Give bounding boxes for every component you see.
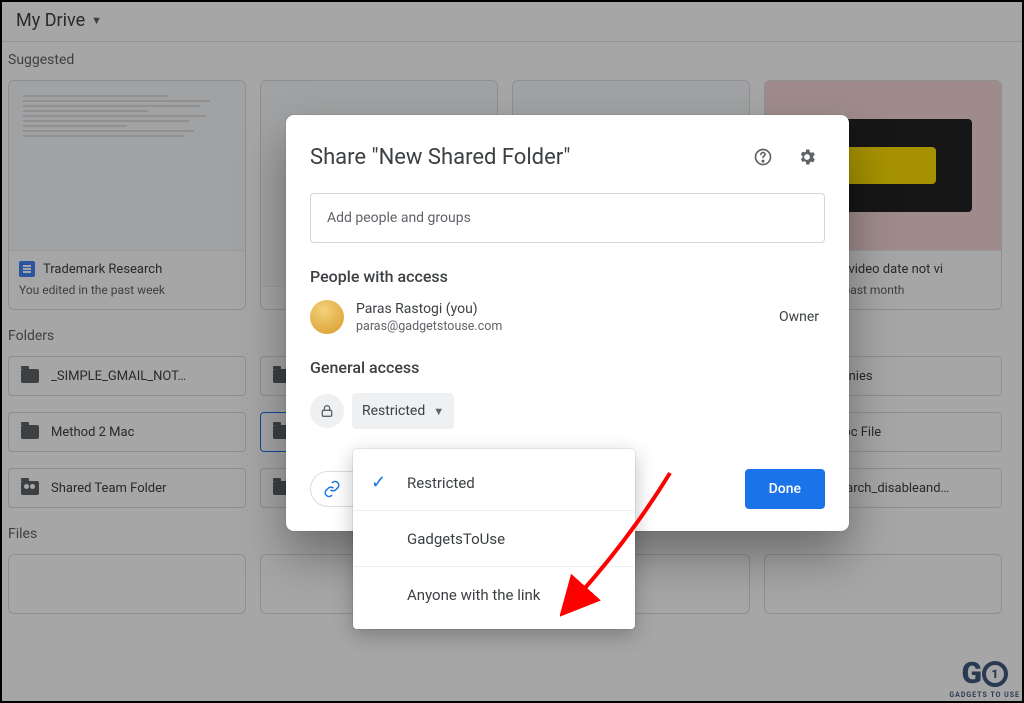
- option-label: GadgetsToUse: [407, 530, 505, 548]
- dropdown-option-org[interactable]: GadgetsToUse: [353, 511, 635, 567]
- file-card[interactable]: [8, 554, 246, 614]
- breadcrumb[interactable]: My Drive ▼: [0, 0, 1024, 42]
- folder-label: Method 2 Mac: [51, 425, 134, 440]
- option-label: Restricted: [407, 474, 475, 492]
- doc-thumbnail: [9, 81, 245, 251]
- shared-folder-icon: [21, 481, 39, 495]
- file-card[interactable]: [764, 554, 1002, 614]
- suggested-card[interactable]: Trademark Research You edited in the pas…: [8, 80, 246, 310]
- people-access-heading: People with access: [310, 267, 825, 286]
- person-email: paras@gadgetstouse.com: [356, 319, 502, 334]
- chevron-down-icon: ▼: [91, 14, 102, 27]
- suggested-heading: Suggested: [0, 42, 1024, 72]
- folder-item[interactable]: Method 2 Mac: [8, 412, 246, 452]
- person-row: Paras Rastogi (you) paras@gadgetstouse.c…: [310, 300, 825, 334]
- folder-label: Shared Team Folder: [51, 481, 166, 496]
- person-name: Paras Rastogi (you): [356, 301, 502, 317]
- docs-icon: [19, 261, 35, 277]
- avatar: [310, 300, 344, 334]
- card-subtitle: You edited in the past week: [19, 283, 235, 297]
- folder-item[interactable]: _SIMPLE_GMAIL_NOT…: [8, 356, 246, 396]
- watermark-text: GADGETS TO USE: [949, 691, 1020, 699]
- done-button[interactable]: Done: [745, 469, 825, 509]
- chevron-down-icon: ▼: [433, 405, 444, 418]
- check-icon: ✓: [371, 472, 386, 493]
- dropdown-option-anyone[interactable]: Anyone with the link: [353, 567, 635, 623]
- card-title: Trademark Research: [43, 262, 162, 277]
- folder-item[interactable]: Shared Team Folder: [8, 468, 246, 508]
- help-icon[interactable]: [745, 139, 781, 175]
- gear-icon[interactable]: [789, 139, 825, 175]
- person-role: Owner: [779, 309, 825, 325]
- folder-icon: [21, 425, 39, 439]
- option-label: Anyone with the link: [407, 586, 540, 604]
- drive-title: My Drive: [16, 10, 85, 31]
- access-dropdown-trigger[interactable]: Restricted ▼: [352, 393, 454, 429]
- add-people-placeholder: Add people and groups: [327, 210, 471, 226]
- folder-label: _SIMPLE_GMAIL_NOT…: [51, 369, 186, 384]
- general-access-heading: General access: [310, 358, 825, 377]
- watermark: G1 GADGETS TO USE: [949, 656, 1020, 699]
- folder-icon: [21, 369, 39, 383]
- dropdown-option-restricted[interactable]: ✓ Restricted: [353, 455, 635, 511]
- access-dropdown-menu: ✓ Restricted GadgetsToUse Anyone with th…: [353, 449, 635, 629]
- dialog-title: Share "New Shared Folder": [310, 145, 570, 170]
- lock-icon: [310, 394, 344, 428]
- add-people-input[interactable]: Add people and groups: [310, 193, 825, 243]
- access-label: Restricted: [362, 403, 425, 419]
